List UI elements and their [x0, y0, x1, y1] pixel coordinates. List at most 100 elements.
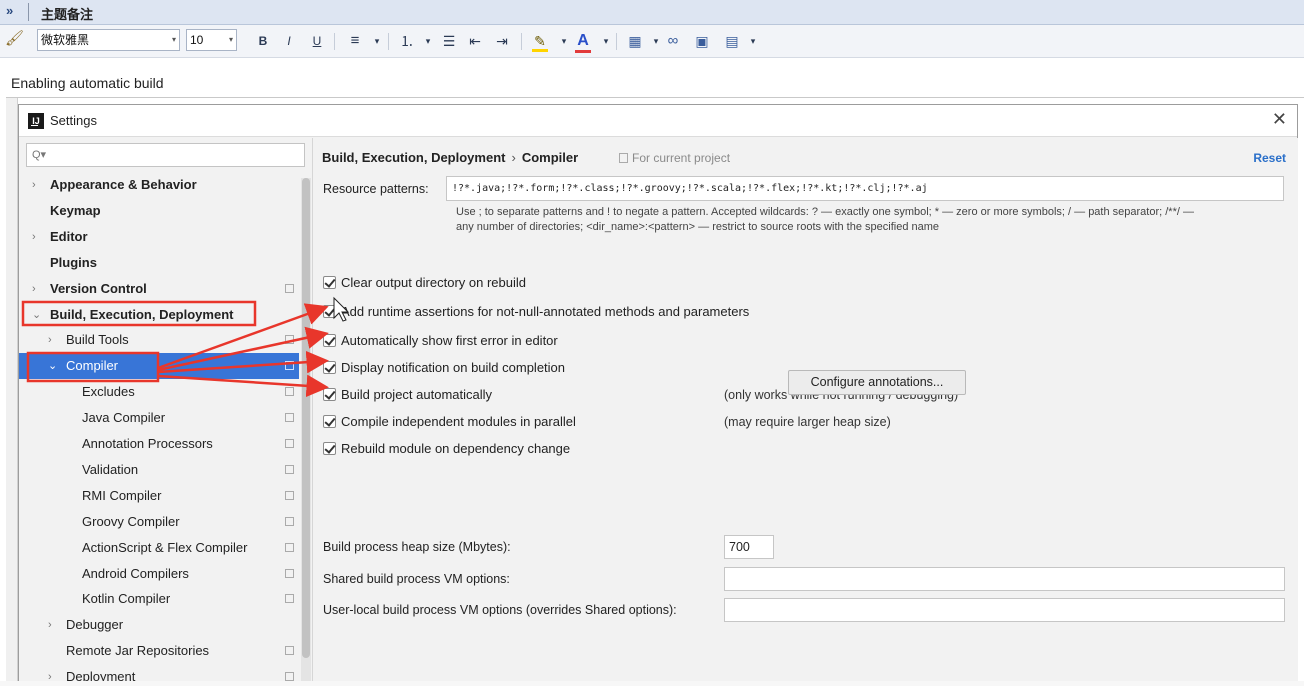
tree-item-groovy-compiler[interactable]: Groovy Compiler	[19, 509, 299, 535]
tree-item-label: Plugins	[50, 254, 97, 270]
toolbar-divider	[521, 33, 522, 50]
project-scope-icon	[285, 594, 294, 604]
toolbar-divider	[388, 33, 389, 50]
tree-item-compiler[interactable]: ⌄ Compiler	[19, 353, 299, 380]
highlight-icon[interactable]: ✎	[532, 32, 548, 52]
project-scope-icon	[285, 490, 294, 500]
tree-item-version-control[interactable]: › Version Control	[19, 276, 299, 302]
checkbox[interactable]	[323, 361, 336, 374]
checkbox-label: Automatically show first error in editor	[341, 333, 558, 348]
project-scope-icon	[285, 361, 294, 371]
checkbox[interactable]	[323, 276, 336, 289]
checkbox[interactable]	[323, 415, 336, 428]
chevron-right-icon[interactable]: ›	[48, 612, 52, 638]
checkbox-label: Rebuild module on dependency change	[341, 441, 571, 456]
toolbar-divider	[334, 33, 335, 50]
tree-item-actionscript-flex-compiler[interactable]: ActionScript & Flex Compiler	[19, 535, 299, 561]
checkbox-label: Add runtime assertions for not-null-anno…	[341, 304, 750, 319]
checkbox[interactable]	[323, 442, 336, 455]
tree-item-plugins[interactable]: Plugins	[19, 250, 299, 276]
table-icon[interactable]: ▦	[627, 32, 643, 50]
chevron-right-icon[interactable]: ›	[32, 172, 36, 198]
tree-item-build-execution-deployment[interactable]: ⌄ Build, Execution, Deployment	[19, 302, 299, 328]
tree-item-label: Keymap	[50, 202, 101, 218]
reset-link[interactable]: Reset	[1253, 151, 1286, 165]
font-size-select[interactable]: 10 ▾	[186, 29, 237, 51]
chevron-down-icon[interactable]: ⌄	[32, 302, 41, 328]
tree-item-java-compiler[interactable]: Java Compiler	[19, 405, 299, 431]
header-divider	[28, 3, 29, 21]
chevron-down-icon[interactable]: ▾	[369, 32, 385, 50]
configure-annotations-button[interactable]: Configure annotations...	[788, 370, 966, 395]
checkbox-label: Build project automatically	[341, 387, 493, 402]
tree-item-android-compilers[interactable]: Android Compilers	[19, 561, 299, 587]
tree-item-label: Editor	[50, 228, 88, 244]
format-toolbar: 🖌 微软雅黑 ▾ 10 ▾ B I U ≡ ▾ ⒈ ▾ ☰ ⇤ ⇥ ✎ ▾ A …	[0, 25, 1304, 58]
tree-item-excludes[interactable]: Excludes	[19, 379, 299, 405]
chevron-down-icon[interactable]: ▾	[745, 32, 761, 50]
tree-item-kotlin-compiler[interactable]: Kotlin Compiler	[19, 586, 299, 612]
chevron-right-icon[interactable]: ›	[32, 276, 36, 302]
tree-scrollbar-thumb[interactable]	[302, 178, 310, 658]
decrease-indent-icon[interactable]: ⇤	[467, 32, 483, 50]
chevron-down-icon[interactable]: ▾	[556, 32, 572, 50]
chevron-right-icon[interactable]: ›	[32, 224, 36, 250]
bold-button[interactable]: B	[255, 32, 271, 50]
user-vm-options-input[interactable]	[724, 598, 1285, 622]
tree-item-label: RMI Compiler	[82, 487, 162, 503]
font-color-icon[interactable]: A	[575, 32, 591, 53]
expand-icon[interactable]: »	[6, 3, 13, 18]
link-icon[interactable]: ∞	[665, 32, 681, 50]
close-icon[interactable]: ✕	[1272, 109, 1287, 130]
chevron-down-icon: ▾	[228, 35, 233, 44]
heap-size-input[interactable]: 700	[724, 535, 774, 559]
tree-item-debugger[interactable]: › Debugger	[19, 612, 299, 638]
tree-item-validation[interactable]: Validation	[19, 457, 299, 483]
project-scope-icon	[285, 568, 294, 578]
checkbox[interactable]	[323, 388, 336, 401]
heap-size-label: Build process heap size (Mbytes):	[323, 540, 511, 554]
checkbox[interactable]	[323, 305, 336, 318]
shared-vm-options-label: Shared build process VM options:	[323, 572, 510, 586]
tree-item-label: ActionScript & Flex Compiler	[82, 539, 248, 555]
chevron-down-icon[interactable]: ▾	[648, 32, 664, 50]
tree-item-rmi-compiler[interactable]: RMI Compiler	[19, 483, 299, 509]
note-title: 主题备注	[41, 7, 94, 22]
tree-item-editor[interactable]: › Editor	[19, 224, 299, 250]
chevron-down-icon[interactable]: ⌄	[48, 353, 57, 379]
align-icon[interactable]: ≡	[347, 32, 363, 50]
tree-item-build-tools[interactable]: › Build Tools	[19, 327, 299, 353]
tree-item-label: Kotlin Compiler	[82, 591, 171, 607]
settings-search-input[interactable]: Q▾	[26, 143, 305, 167]
checkbox[interactable]	[323, 334, 336, 347]
underline-button[interactable]: U	[309, 32, 325, 50]
insert-icon[interactable]: ▤	[724, 32, 740, 50]
project-scope-icon	[619, 153, 628, 163]
tree-item-keymap[interactable]: Keymap	[19, 198, 299, 224]
tree-item-label: Compiler	[66, 358, 119, 374]
chevron-down-icon: ▾	[171, 35, 176, 44]
bullet-list-icon[interactable]: ☰	[441, 32, 457, 50]
numbered-list-icon[interactable]: ⒈	[399, 32, 415, 50]
tree-item-remote-jar-repositories[interactable]: Remote Jar Repositories	[19, 638, 299, 664]
shared-vm-options-input[interactable]	[724, 567, 1285, 591]
project-scope-icon	[285, 413, 294, 423]
tree-item-label: Annotation Processors	[82, 436, 213, 451]
resource-patterns-label: Resource patterns:	[323, 182, 429, 196]
image-icon[interactable]: ▣	[694, 32, 710, 50]
tree-item-label: Validation	[82, 461, 139, 477]
font-family-select[interactable]: 微软雅黑 ▾	[37, 29, 180, 51]
project-scope-icon	[285, 516, 294, 526]
tree-item-annotation-processors[interactable]: Annotation Processors	[19, 431, 299, 457]
project-scope-icon	[285, 464, 294, 474]
compiler-settings-panel: Build, Execution, Deployment › Compiler Fo…	[314, 138, 1298, 686]
chevron-right-icon[interactable]: ›	[48, 327, 52, 353]
italic-button[interactable]: I	[281, 32, 297, 50]
increase-indent-icon[interactable]: ⇥	[494, 32, 510, 50]
format-painter-icon[interactable]: 🖌	[5, 30, 24, 48]
tree-item-appearance-behavior[interactable]: › Appearance & Behavior	[19, 172, 299, 198]
chevron-down-icon[interactable]: ▾	[598, 32, 614, 50]
resource-patterns-input[interactable]: !?*.java;!?*.form;!?*.class;!?*.groovy;!…	[446, 176, 1284, 201]
chevron-down-icon[interactable]: ▾	[420, 32, 436, 50]
tree-scrollbar[interactable]	[301, 178, 311, 686]
